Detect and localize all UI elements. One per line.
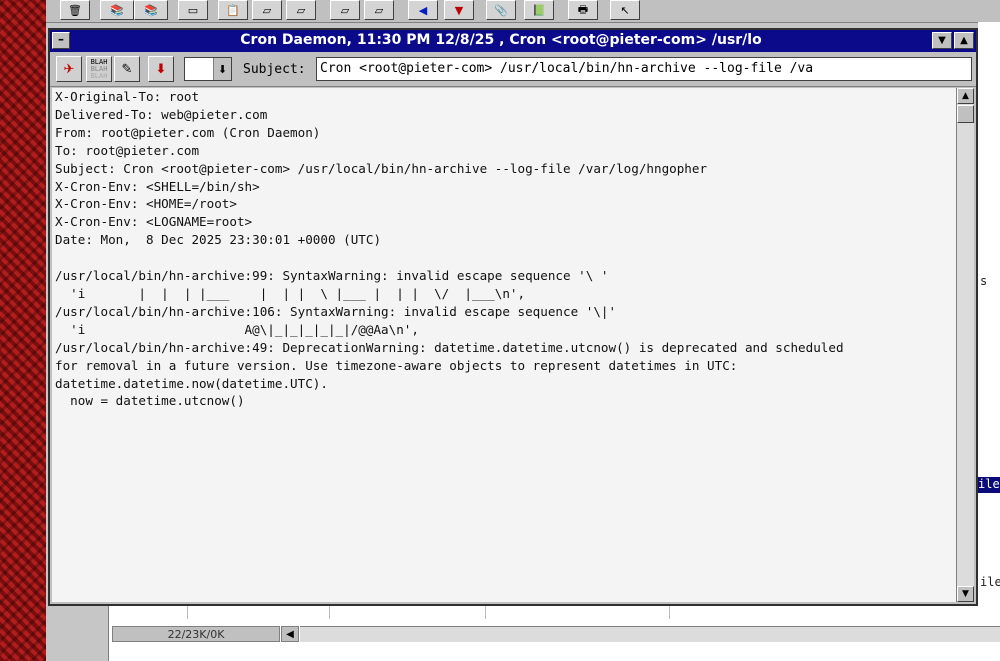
message-line: /usr/local/bin/hn-archive:106: SyntaxWar… <box>55 303 617 319</box>
message-line <box>52 249 956 267</box>
message-window: – Cron Daemon, 11:30 PM 12/8/25 , Cron <… <box>48 28 978 606</box>
scroll-up-arrow-icon[interactable]: ▲ <box>957 88 974 104</box>
subject-field[interactable]: Cron <root@pieter-com> /usr/local/bin/hn… <box>316 57 972 81</box>
background-window-edge: s ile ile <box>978 22 1000 622</box>
reply-icon[interactable]: 📋 <box>218 0 248 20</box>
maximize-button[interactable]: ▲ <box>954 32 974 49</box>
previous-message-icon[interactable]: ◀ <box>408 0 438 20</box>
background-text-fragment: ile <box>980 575 1000 589</box>
title-bar[interactable]: – Cron Daemon, 11:30 PM 12/8/25 , Cron <… <box>50 30 976 52</box>
message-line: now = datetime.utcnow() <box>55 393 245 409</box>
scroll-left-arrow-icon[interactable]: ◀ <box>281 626 299 642</box>
minimize-button[interactable]: ▼ <box>932 32 952 49</box>
desktop-pattern <box>0 0 46 661</box>
message-line: for removal in a future version. Use tim… <box>55 357 738 373</box>
message-line: X-Cron-Env: <HOME=/root> <box>55 196 237 212</box>
window-title: Cron Daemon, 11:30 PM 12/8/25 , Cron <ro… <box>240 32 762 48</box>
message-line: To: root@pieter.com <box>55 142 200 158</box>
message-line: Delivered-To: web@pieter.com <box>55 106 268 122</box>
message-line: 'i A@\|_|_|_|_|_|/@@Aa\n', <box>55 321 419 337</box>
horizontal-scrollbar[interactable] <box>300 626 1000 642</box>
priority-icon[interactable]: ✈ <box>56 56 82 82</box>
dropdown-arrow-icon[interactable]: ⬇ <box>213 58 231 80</box>
folders-icon[interactable]: 📚 <box>134 0 168 20</box>
forward-icon[interactable]: ▱ <box>286 0 316 20</box>
message-line: datetime.datetime.now(datetime.UTC). <box>55 375 328 391</box>
redirect-icon[interactable]: ▱ <box>330 0 360 20</box>
address-book-icon[interactable]: 📗 <box>524 0 554 20</box>
new-message-icon[interactable]: ▭ <box>178 0 208 20</box>
message-line: Subject: Cron <root@pieter-com> /usr/loc… <box>55 160 708 176</box>
message-body[interactable]: X-Original-To: root Delivered-To: web@pie… <box>52 88 956 602</box>
trash-icon[interactable]: 🗑 <box>60 0 90 20</box>
transfer-down-icon[interactable]: ⬇ <box>148 56 174 82</box>
label-dropdown[interactable]: ⬇ <box>184 57 232 81</box>
help-pointer-icon[interactable]: ↖ <box>610 0 640 20</box>
message-toolbar: ✈ BLAH BLAH BLAH ✎ ⬇ ⬇ Subject: Cron <ro… <box>50 52 976 87</box>
send-again-icon[interactable]: ▱ <box>364 0 394 20</box>
print-icon[interactable]: 🖶 <box>568 0 598 20</box>
attach-icon[interactable]: 📎 <box>486 0 516 20</box>
vertical-scrollbar[interactable]: ▲ ▼ <box>956 88 974 602</box>
message-line: From: root@pieter.com (Cron Daemon) <box>55 124 321 140</box>
scroll-down-arrow-icon[interactable]: ▼ <box>957 586 974 602</box>
message-line: X-Original-To: root <box>55 89 200 104</box>
reply-all-icon[interactable]: ▱ <box>252 0 282 20</box>
message-line: /usr/local/bin/hn-archive:99: SyntaxWarn… <box>55 268 609 284</box>
app-toolbar: 🗑 📚 📚 ▭ 📋 ▱ ▱ ▱ ▱ ◀ ▼ 📎 📗 🖶 ↖ <box>46 0 1000 23</box>
message-line: X-Cron-Env: <SHELL=/bin/sh> <box>55 178 260 194</box>
blah-button[interactable]: BLAH BLAH BLAH <box>86 56 112 82</box>
mailboxes-icon[interactable]: 📚 <box>100 0 134 20</box>
edit-pencil-icon[interactable]: ✎ <box>114 56 140 82</box>
scroll-thumb[interactable] <box>957 105 974 123</box>
mailbox-size-status: 22/23K/0K <box>112 626 280 642</box>
next-message-icon[interactable]: ▼ <box>444 0 474 20</box>
background-selected-row[interactable]: ile <box>978 477 1000 493</box>
message-line: 'i | | | |___ | | | \ |___ | | | \/ |___… <box>55 285 526 301</box>
message-line: Date: Mon, 8 Dec 2025 23:30:01 +0000 (UT… <box>55 232 382 248</box>
message-line: /usr/local/bin/hn-archive:49: Deprecatio… <box>55 339 844 355</box>
subject-label: Subject: <box>243 62 306 77</box>
system-menu-button[interactable]: – <box>52 32 70 49</box>
blah-label: BLAH <box>90 71 108 80</box>
background-text-fragment: s <box>980 274 988 288</box>
message-line: X-Cron-Env: <LOGNAME=root> <box>55 214 253 230</box>
